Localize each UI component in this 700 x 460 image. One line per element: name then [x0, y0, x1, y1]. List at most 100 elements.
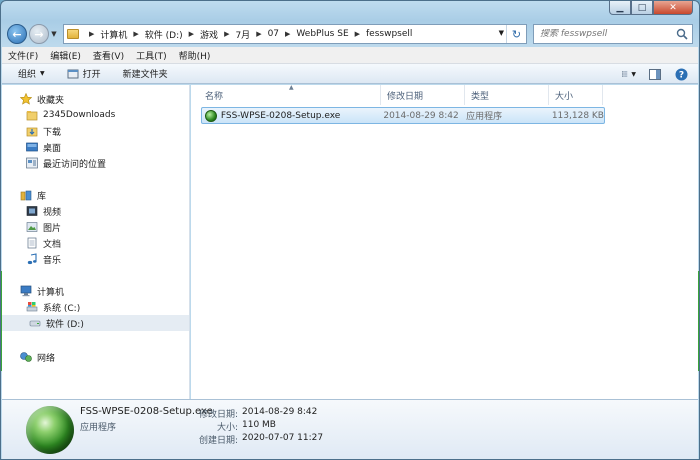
- nav-favorites-label: 收藏夹: [37, 95, 65, 106]
- chevron-right-icon[interactable]: ▶: [355, 30, 360, 38]
- nav-item-label: 图片: [43, 223, 62, 234]
- application-icon: [205, 109, 217, 122]
- column-header-label: 名称: [205, 91, 224, 102]
- open-icon: [67, 69, 79, 78]
- search-box[interactable]: [533, 24, 693, 44]
- new-folder-button[interactable]: 新建文件夹: [123, 67, 168, 80]
- maximize-button[interactable]: □: [631, 1, 653, 15]
- nav-computer[interactable]: 计算机: [20, 283, 64, 299]
- menu-tools[interactable]: 工具(T): [136, 49, 167, 62]
- file-type: 应用程序: [466, 112, 503, 122]
- maximize-icon: □: [637, 2, 647, 13]
- nav-computer-label: 计算机: [37, 287, 65, 298]
- details-file-type: 应用程序: [80, 423, 117, 433]
- file-row[interactable]: FSS-WPSE-0208-Setup.exe 2014-08-29 8:42 …: [201, 107, 605, 124]
- organize-button[interactable]: 组织 ▼: [18, 67, 45, 80]
- nav-item-label: 软件 (D:): [46, 319, 84, 330]
- nav-item-label: 桌面: [43, 143, 62, 154]
- new-folder-label: 新建文件夹: [122, 70, 168, 80]
- recent-pages-dropdown[interactable]: ▼: [49, 30, 59, 38]
- minimize-button[interactable]: ▁: [609, 1, 631, 15]
- nav-item-downloads[interactable]: 下载: [26, 123, 61, 139]
- file-size: 113,128 KB: [551, 110, 604, 121]
- close-button[interactable]: ✕: [653, 1, 693, 15]
- nav-item-drive-d[interactable]: 软件 (D:): [2, 315, 189, 331]
- nav-item-music[interactable]: 音乐: [26, 251, 61, 267]
- chevron-right-icon[interactable]: ▶: [285, 30, 290, 38]
- menu-file[interactable]: 文件(F): [8, 49, 38, 62]
- chevron-right-icon[interactable]: ▶: [256, 30, 261, 38]
- nav-item-documents[interactable]: 文档: [26, 235, 61, 251]
- chevron-down-icon: ▼: [631, 70, 636, 78]
- crumb-drive-d[interactable]: 软件 (D:): [145, 28, 183, 41]
- open-button[interactable]: 打开: [67, 67, 101, 80]
- address-bar[interactable]: ▶ 计算机 ▶ 软件 (D:) ▶ 游戏 ▶ 7月 ▶ 07 ▶ WebPlus…: [63, 24, 527, 44]
- file-modified: 2014-08-29 8:42: [383, 110, 459, 121]
- address-row: ← → ▼ ▶ 计算机 ▶ 软件 (D:) ▶ 游戏 ▶ 7月 ▶ 07 ▶ W…: [7, 21, 693, 47]
- nav-item-label: 视频: [43, 207, 62, 218]
- nav-network-label: 网络: [37, 353, 56, 364]
- nav-favorites[interactable]: 收藏夹: [20, 91, 64, 107]
- desktop-icon: [26, 142, 38, 152]
- menu-view[interactable]: 查看(V): [93, 49, 124, 62]
- crumb-webplus[interactable]: WebPlus SE: [296, 29, 348, 39]
- column-header-size[interactable]: 大小: [549, 85, 603, 105]
- nav-libraries-label: 库: [37, 191, 47, 202]
- chevron-right-icon[interactable]: ▶: [133, 30, 138, 38]
- crumb-computer[interactable]: 计算机: [100, 28, 127, 41]
- picture-icon: [26, 222, 38, 232]
- back-button[interactable]: ←: [7, 24, 27, 44]
- preview-pane-button[interactable]: [648, 67, 662, 81]
- nav-item-label: 系统 (C:): [43, 303, 81, 314]
- network-icon: [20, 352, 32, 362]
- organize-label: 组织: [18, 70, 37, 80]
- details-created-label: 创建日期:: [198, 436, 238, 446]
- nav-item-label: 2345Downloads: [43, 110, 116, 120]
- video-icon: [26, 206, 38, 216]
- details-modified-value: 2014-08-29 8:42: [242, 407, 318, 417]
- nav-item-drive-c[interactable]: 系统 (C:): [26, 299, 80, 315]
- crumb-current[interactable]: fesswpsell: [366, 29, 412, 39]
- crumb-july[interactable]: 7月: [235, 28, 250, 41]
- forward-button[interactable]: →: [29, 24, 49, 44]
- document-icon: [27, 237, 37, 249]
- sort-ascending-icon: ▲: [289, 84, 294, 91]
- chevron-right-icon[interactable]: ▶: [224, 30, 229, 38]
- nav-item-pictures[interactable]: 图片: [26, 219, 61, 235]
- column-header-modified[interactable]: 修改日期: [381, 85, 465, 105]
- column-header-type[interactable]: 类型: [465, 85, 549, 105]
- crumb-games[interactable]: 游戏: [200, 28, 218, 41]
- refresh-button[interactable]: ↻: [506, 25, 526, 43]
- menu-edit[interactable]: 编辑(E): [50, 49, 81, 62]
- nav-item-recent[interactable]: 最近访问的位置: [26, 155, 106, 171]
- column-header-name[interactable]: 名称 ▲: [199, 84, 381, 105]
- close-icon: ✕: [669, 2, 677, 13]
- address-dropdown-icon[interactable]: ▼: [499, 29, 504, 37]
- nav-item-label: 最近访问的位置: [43, 159, 107, 170]
- nav-item-desktop[interactable]: 桌面: [26, 139, 61, 155]
- refresh-icon: ↻: [511, 27, 522, 41]
- nav-item-2345downloads[interactable]: 2345Downloads: [26, 107, 115, 123]
- crumb-07[interactable]: 07: [268, 29, 279, 39]
- column-header-label: 类型: [471, 91, 490, 102]
- caption-buttons: ▁ □ ✕: [609, 1, 693, 15]
- svg-text:?: ?: [678, 70, 683, 80]
- help-button[interactable]: ?: [674, 67, 688, 81]
- nav-item-videos[interactable]: 视频: [26, 203, 61, 219]
- details-pane: FSS-WPSE-0208-Setup.exe 应用程序 修改日期: 2014-…: [2, 399, 698, 459]
- minimize-icon: ▁: [616, 2, 624, 13]
- search-input[interactable]: [540, 29, 680, 39]
- menu-help[interactable]: 帮助(H): [179, 49, 211, 62]
- breadcrumb: ▶ 计算机 ▶ 软件 (D:) ▶ 游戏 ▶ 7月 ▶ 07 ▶ WebPlus…: [83, 28, 412, 41]
- view-options-button[interactable]: ▼: [622, 67, 636, 81]
- details-created-value: 2020-07-07 11:27: [242, 433, 324, 443]
- explorer-window: ▁ □ ✕ ← → ▼ ▶ 计算机 ▶ 软件 (D:) ▶ 游戏 ▶ 7月 ▶ …: [0, 0, 700, 460]
- details-modified-label: 修改日期:: [198, 410, 238, 420]
- folder-icon: [67, 29, 79, 39]
- nav-libraries[interactable]: 库: [20, 187, 46, 203]
- chevron-right-icon[interactable]: ▶: [189, 30, 194, 38]
- computer-icon: [20, 285, 32, 297]
- search-icon[interactable]: [676, 28, 688, 40]
- file-name: FSS-WPSE-0208-Setup.exe: [220, 110, 341, 121]
- nav-network[interactable]: 网络: [20, 349, 55, 365]
